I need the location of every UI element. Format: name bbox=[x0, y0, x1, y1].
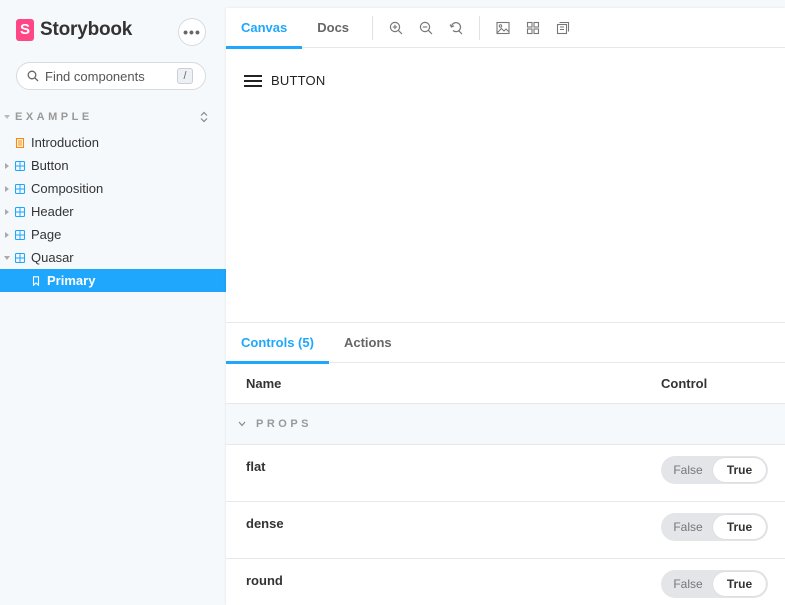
search-icon bbox=[27, 70, 39, 82]
prop-name: round bbox=[246, 573, 283, 588]
story-canvas: BUTTON bbox=[226, 48, 785, 323]
toggle-false-option[interactable]: False bbox=[663, 572, 713, 596]
preview-menu-button[interactable]: BUTTON bbox=[244, 73, 325, 88]
sidebar-item-introduction[interactable]: Introduction bbox=[0, 131, 226, 154]
prop-name: dense bbox=[246, 516, 284, 531]
sidebar-tree: Introduction Button Composition Header P… bbox=[0, 131, 226, 292]
caret-down-icon bbox=[4, 115, 10, 119]
addon-tabs: Controls (5) Actions bbox=[226, 323, 785, 364]
component-icon bbox=[15, 183, 25, 194]
grid-icon bbox=[526, 21, 540, 34]
prop-name: flat bbox=[246, 459, 266, 474]
caret-down-icon bbox=[4, 255, 10, 260]
component-icon bbox=[15, 252, 25, 263]
caret-right-icon bbox=[5, 208, 9, 215]
sidebar-item-label: Primary bbox=[47, 273, 96, 288]
caret-right-icon bbox=[5, 185, 9, 192]
sidebar: S Storybook ••• / EXAMPLE Introduction bbox=[0, 0, 226, 605]
storybook-logo: S bbox=[16, 19, 34, 41]
toolbar-divider bbox=[372, 15, 374, 40]
sidebar-item-label: Quasar bbox=[31, 250, 74, 265]
boolean-toggle[interactable]: False True bbox=[661, 513, 768, 541]
outline-button[interactable] bbox=[552, 17, 574, 39]
table-row: flat False True bbox=[226, 445, 785, 502]
sidebar-group-example[interactable]: EXAMPLE bbox=[4, 108, 208, 126]
caret-right-icon bbox=[5, 162, 9, 169]
sidebar-item-page[interactable]: Page bbox=[0, 223, 226, 246]
sidebar-item-label: Composition bbox=[31, 181, 104, 196]
expand-collapse-icon[interactable] bbox=[200, 111, 208, 123]
zoom-out-button[interactable] bbox=[415, 17, 437, 39]
section-label: PROPS bbox=[256, 418, 313, 430]
sidebar-item-header[interactable]: Header bbox=[0, 200, 226, 223]
preview-button-label: BUTTON bbox=[271, 73, 326, 88]
brand[interactable]: S Storybook bbox=[16, 19, 132, 41]
sidebar-item-primary[interactable]: Primary bbox=[0, 269, 226, 292]
ellipsis-icon: ••• bbox=[183, 24, 201, 40]
component-icon bbox=[15, 160, 25, 171]
sidebar-item-button[interactable]: Button bbox=[0, 154, 226, 177]
table-row: round False True bbox=[226, 559, 785, 605]
sidebar-item-quasar[interactable]: Quasar bbox=[0, 246, 226, 269]
background-button[interactable] bbox=[492, 17, 514, 39]
bookmark-icon bbox=[32, 275, 40, 286]
addons-panel: Controls (5) Actions Name Control PROPS … bbox=[226, 322, 785, 605]
component-icon bbox=[15, 206, 25, 217]
outline-icon bbox=[556, 21, 570, 34]
sidebar-item-composition[interactable]: Composition bbox=[0, 177, 226, 200]
chevron-down-icon bbox=[238, 421, 246, 427]
toggle-false-option[interactable]: False bbox=[663, 458, 713, 482]
boolean-toggle[interactable]: False True bbox=[661, 456, 768, 484]
caret-right-icon bbox=[5, 231, 9, 238]
column-header-control: Control bbox=[661, 375, 708, 391]
toggle-true-option[interactable]: True bbox=[713, 515, 766, 539]
document-icon bbox=[15, 137, 25, 148]
zoom-reset-button[interactable] bbox=[445, 17, 467, 39]
sidebar-item-label: Introduction bbox=[31, 135, 99, 150]
zoom-in-icon bbox=[389, 21, 403, 34]
grid-button[interactable] bbox=[522, 17, 544, 39]
props-section-toggle[interactable]: PROPS bbox=[226, 404, 785, 445]
component-icon bbox=[15, 229, 25, 240]
search-box[interactable]: / bbox=[16, 62, 206, 90]
search-shortcut-key: / bbox=[177, 68, 193, 84]
boolean-toggle[interactable]: False True bbox=[661, 570, 768, 598]
sidebar-item-label: Header bbox=[31, 204, 74, 219]
tab-controls[interactable]: Controls (5) bbox=[226, 323, 329, 364]
sidebar-item-label: Button bbox=[31, 158, 69, 173]
controls-table-header: Name Control bbox=[226, 363, 785, 404]
sidebar-group-label: EXAMPLE bbox=[15, 111, 93, 123]
main-panel: Canvas Docs BUTTON Controls (5) Actions … bbox=[226, 8, 785, 605]
sidebar-item-label: Page bbox=[31, 227, 62, 242]
toolbar-divider bbox=[479, 15, 481, 40]
menu-icon bbox=[244, 74, 262, 87]
tab-actions[interactable]: Actions bbox=[329, 323, 407, 363]
table-row: dense False True bbox=[226, 502, 785, 559]
zoom-in-button[interactable] bbox=[385, 17, 407, 39]
column-header-name: Name bbox=[246, 375, 282, 391]
sidebar-menu-button[interactable]: ••• bbox=[178, 18, 206, 46]
brand-name: Storybook bbox=[40, 19, 133, 40]
toggle-false-option[interactable]: False bbox=[663, 515, 713, 539]
tab-docs[interactable]: Docs bbox=[302, 8, 364, 48]
toggle-true-option[interactable]: True bbox=[713, 458, 766, 482]
toggle-true-option[interactable]: True bbox=[713, 572, 766, 596]
search-input[interactable] bbox=[45, 68, 165, 84]
tab-canvas[interactable]: Canvas bbox=[226, 8, 303, 49]
zoom-reset-icon bbox=[449, 21, 463, 34]
toolbar: Canvas Docs bbox=[226, 8, 785, 49]
zoom-out-icon bbox=[419, 21, 433, 34]
background-icon bbox=[496, 21, 510, 34]
